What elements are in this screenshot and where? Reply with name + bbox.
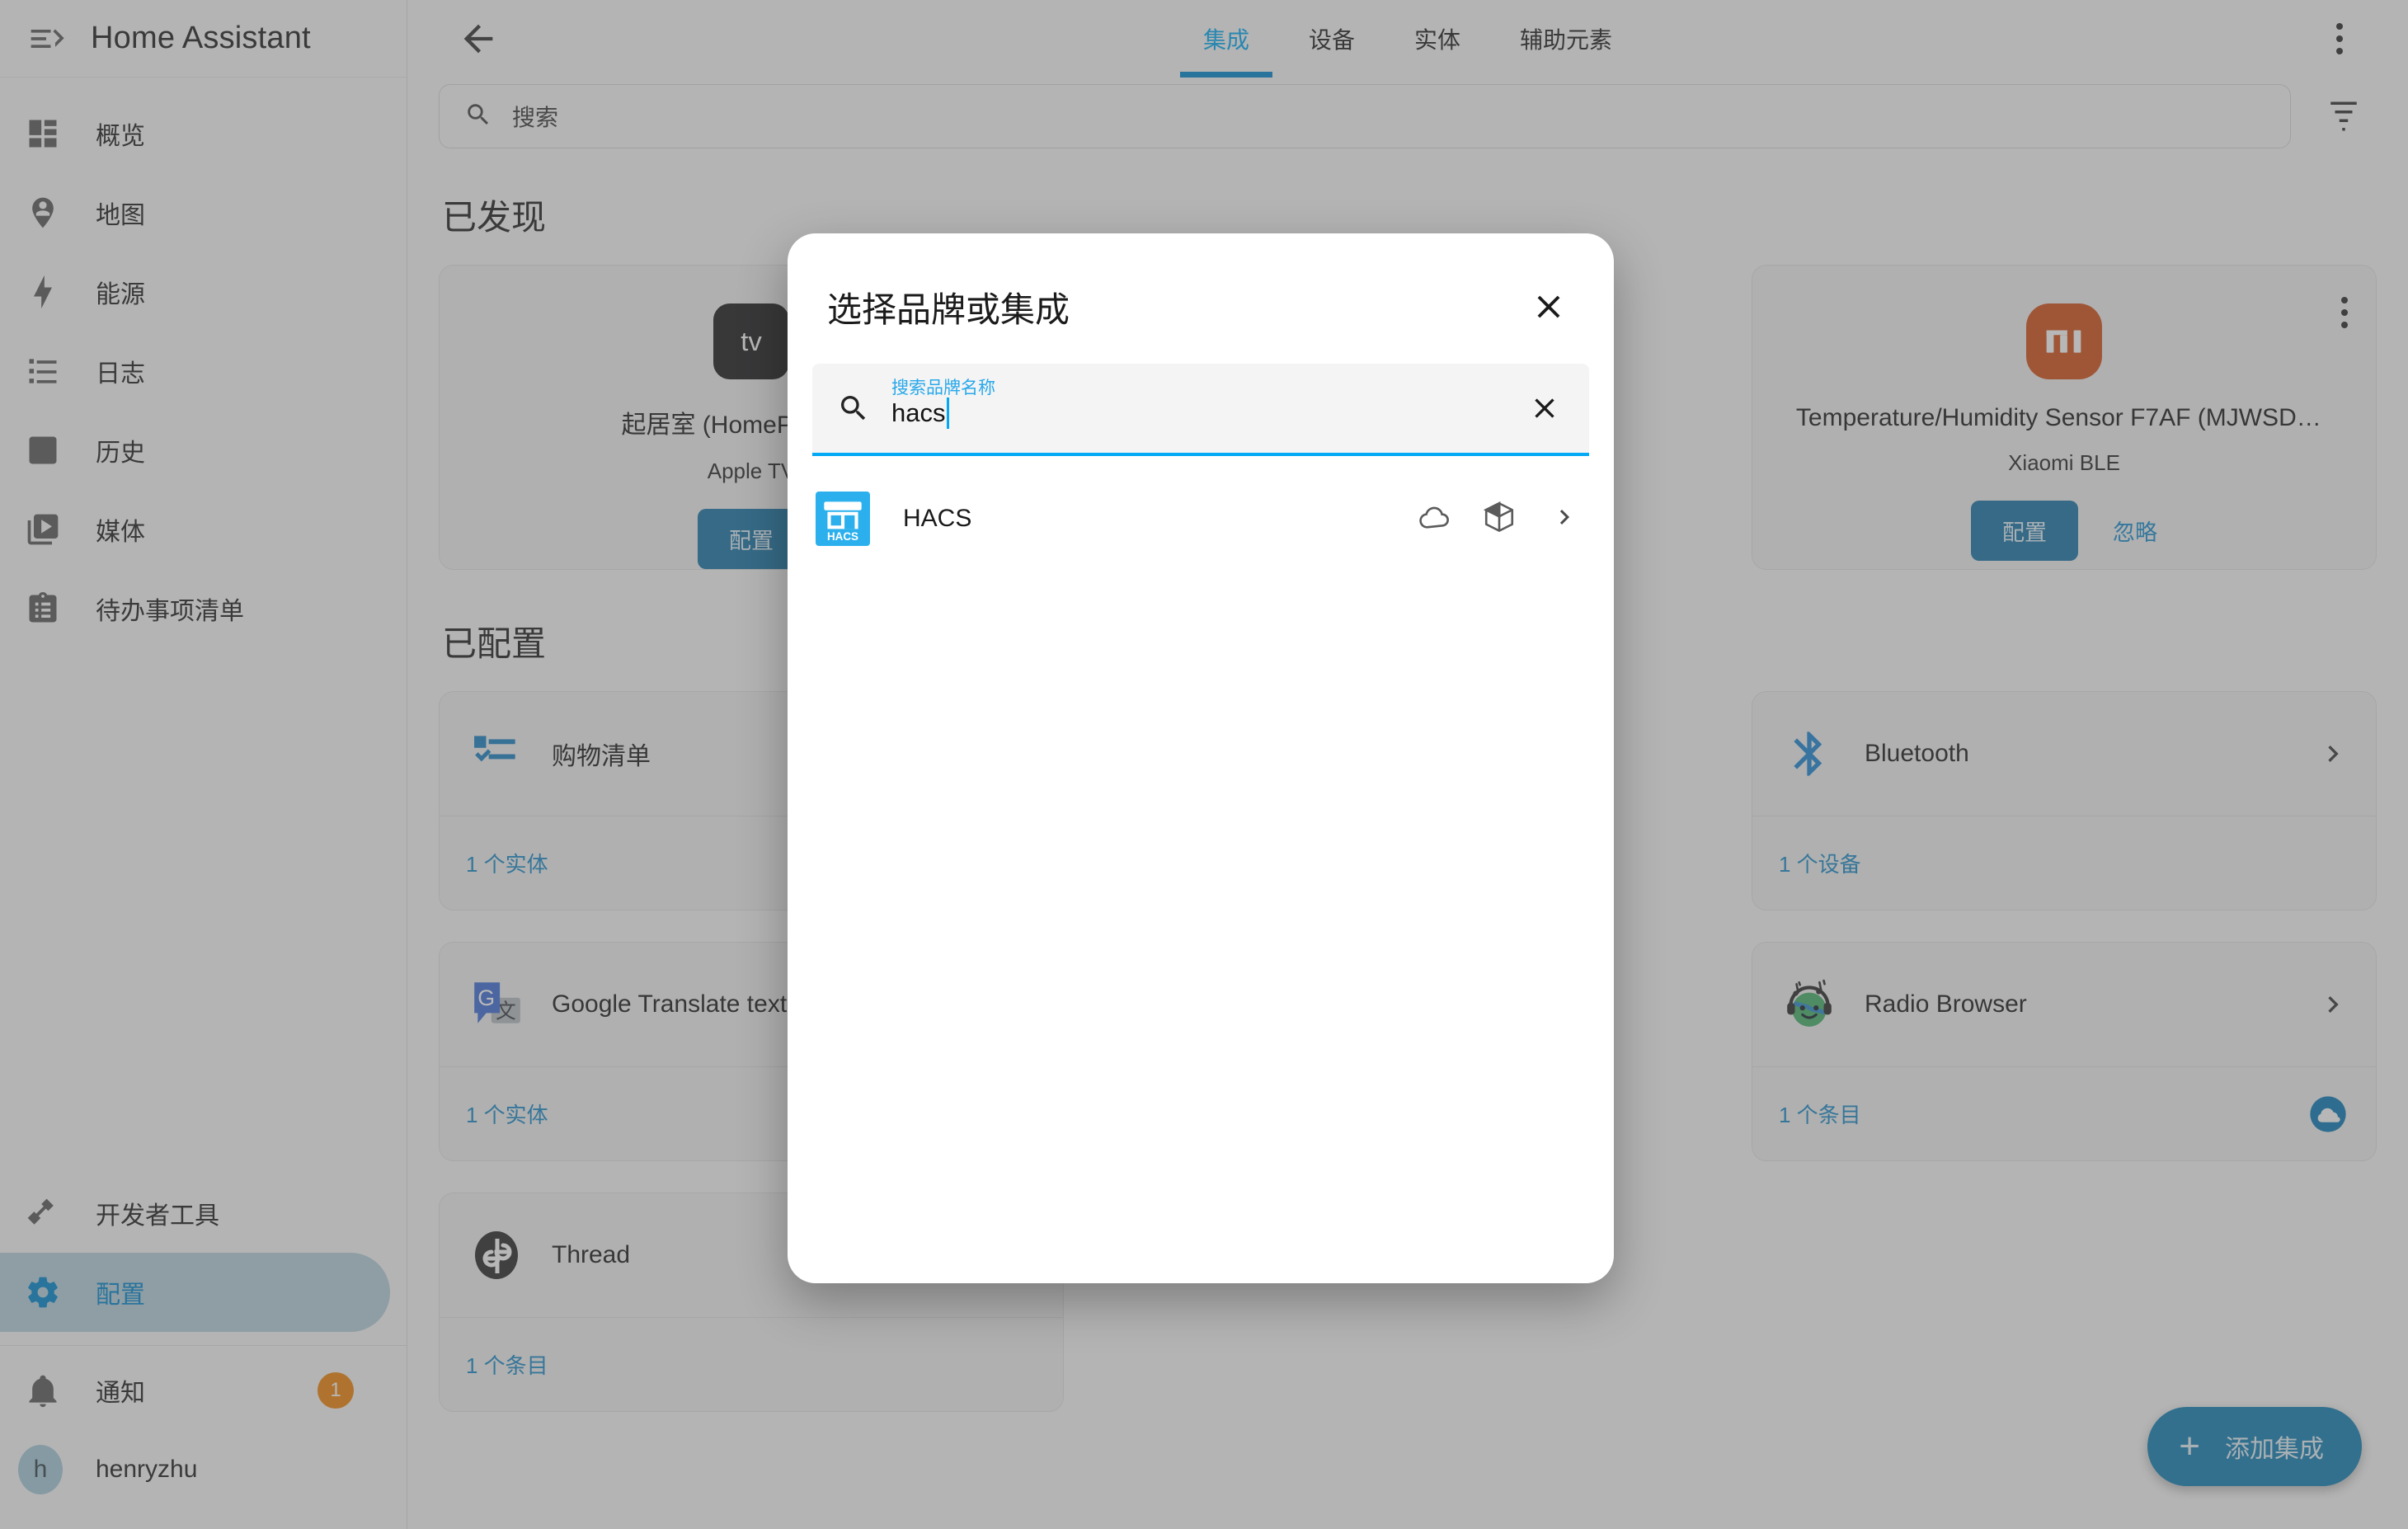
svg-text:HACS: HACS: [827, 530, 858, 543]
home-assistant-app: Home Assistant 概览 地图 能源 日志 历史 媒体 待办事项清单 …: [0, 0, 2408, 1529]
list-item[interactable]: HACS HACS: [788, 474, 1614, 563]
brand-picker-dialog: 选择品牌或集成 搜索品牌名称 hacs HACS HACS: [788, 233, 1614, 1283]
brand-search-field[interactable]: 搜索品牌名称 hacs: [891, 373, 1500, 444]
clear-search-button[interactable]: [1521, 385, 1568, 431]
brand-search-text: hacs: [891, 398, 946, 427]
brand-capability-icons: [1418, 500, 1517, 539]
search-icon: [837, 392, 870, 425]
brand-name: HACS: [903, 505, 972, 532]
text-caret: [947, 398, 950, 429]
dialog-title: 选择品牌或集成: [827, 289, 1070, 329]
dialog-header: 选择品牌或集成: [788, 233, 1614, 354]
cloud-outline-icon: [1418, 500, 1452, 539]
close-icon[interactable]: [1523, 281, 1574, 332]
hacs-logo: HACS: [816, 492, 870, 546]
brand-search-label: 搜索品牌名称: [891, 379, 995, 398]
brand-search-value: hacs: [891, 398, 950, 429]
chevron-right-icon[interactable]: [1550, 502, 1579, 536]
brand-results-list: HACS HACS: [788, 456, 1614, 1283]
brand-search-input[interactable]: 搜索品牌名称 hacs: [812, 364, 1589, 456]
package-variant-closed-icon: [1482, 500, 1517, 539]
